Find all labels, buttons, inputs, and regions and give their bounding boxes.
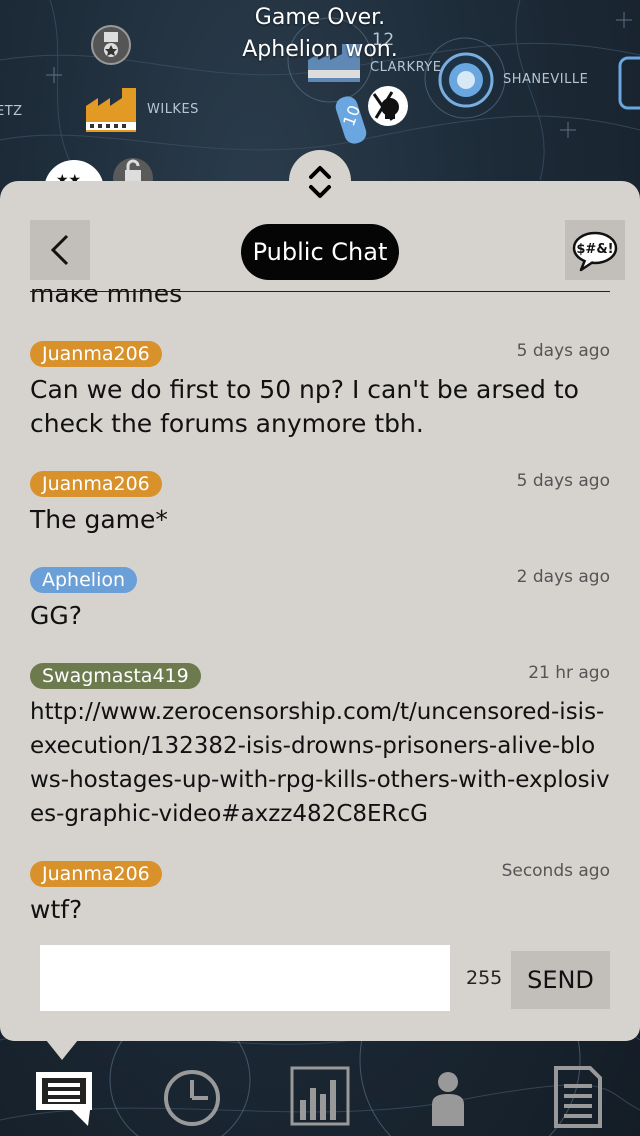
expand-collapse-toggle[interactable]	[289, 150, 351, 212]
game-over-line: Game Over.	[254, 5, 386, 30]
message-list[interactable]: make mines Juanma206 5 days ago Can we d…	[0, 289, 640, 929]
message-time: 21 hr ago	[528, 663, 610, 683]
author-badge[interactable]: Juanma206	[30, 471, 162, 497]
document-icon	[554, 1066, 602, 1128]
star-name-etz: ETZ	[0, 104, 23, 119]
nav-report-button[interactable]	[544, 1064, 608, 1128]
author-badge[interactable]: Aphelion	[30, 567, 138, 593]
message-time: 5 days ago	[516, 471, 610, 491]
list-item: Aphelion 2 days ago GG?	[30, 567, 610, 633]
author-badge[interactable]: Juanma206	[30, 861, 162, 887]
message-input[interactable]	[40, 945, 450, 1011]
message-time: 5 days ago	[516, 341, 610, 361]
back-button[interactable]	[30, 220, 90, 280]
message-text: The game*	[30, 505, 168, 534]
speech-bubble-icon: $#&!	[572, 231, 618, 272]
star-name-shaneville: SHANEVILLE	[503, 72, 589, 87]
chat-panel: Public Chat $#&! make mines Juanma206 5 …	[0, 181, 640, 1041]
compose-row: 255 SEND	[40, 945, 610, 1011]
nav-clock-button[interactable]	[160, 1064, 224, 1128]
send-button[interactable]: SEND	[511, 951, 610, 1009]
message-time: 2 days ago	[516, 567, 610, 587]
message-text: Can we do first to 50 np? I can't be ars…	[30, 375, 579, 438]
message-text[interactable]: http://www.zerocensorship.com/t/uncensor…	[30, 695, 610, 831]
divider	[30, 291, 610, 292]
clock-icon	[164, 1070, 220, 1126]
star-name-wilkes: WILKES	[147, 102, 199, 117]
author-badge[interactable]: Swagmasta419	[30, 663, 201, 689]
nav-empire-button[interactable]	[416, 1064, 480, 1128]
list-item: Juanma206 5 days ago The game*	[30, 471, 610, 537]
message-text: GG?	[30, 601, 83, 630]
nav-chat-button[interactable]	[32, 1064, 96, 1128]
profanity-symbol-text: $#&!	[576, 242, 613, 257]
chevron-left-icon	[50, 234, 69, 266]
page-title: Public Chat	[241, 224, 399, 280]
winner-line: Aphelion won.	[242, 37, 398, 62]
empire-icon	[432, 1072, 464, 1126]
list-item: Swagmasta419 21 hr ago http://www.zeroce…	[30, 663, 610, 831]
message-time: Seconds ago	[501, 861, 610, 881]
char-remaining-count: 255	[466, 967, 503, 989]
game-over-banner: Game Over. Aphelion won.	[0, 2, 640, 66]
message-text: wtf?	[30, 895, 83, 924]
profanity-filter-button[interactable]: $#&!	[565, 220, 625, 280]
list-item: Juanma206 5 days ago Can we do first to …	[30, 341, 610, 441]
nav-stats-button[interactable]	[288, 1064, 352, 1128]
chat-icon	[36, 1072, 92, 1126]
panel-pointer	[46, 1040, 78, 1060]
list-item: Juanma206 Seconds ago wtf?	[30, 861, 610, 927]
author-badge[interactable]: Juanma206	[30, 341, 162, 367]
clipped-message-text: make mines	[30, 289, 183, 308]
bar-chart-icon	[290, 1066, 350, 1126]
bottom-nav	[0, 1058, 640, 1136]
chevron-up-down-icon	[309, 166, 331, 198]
